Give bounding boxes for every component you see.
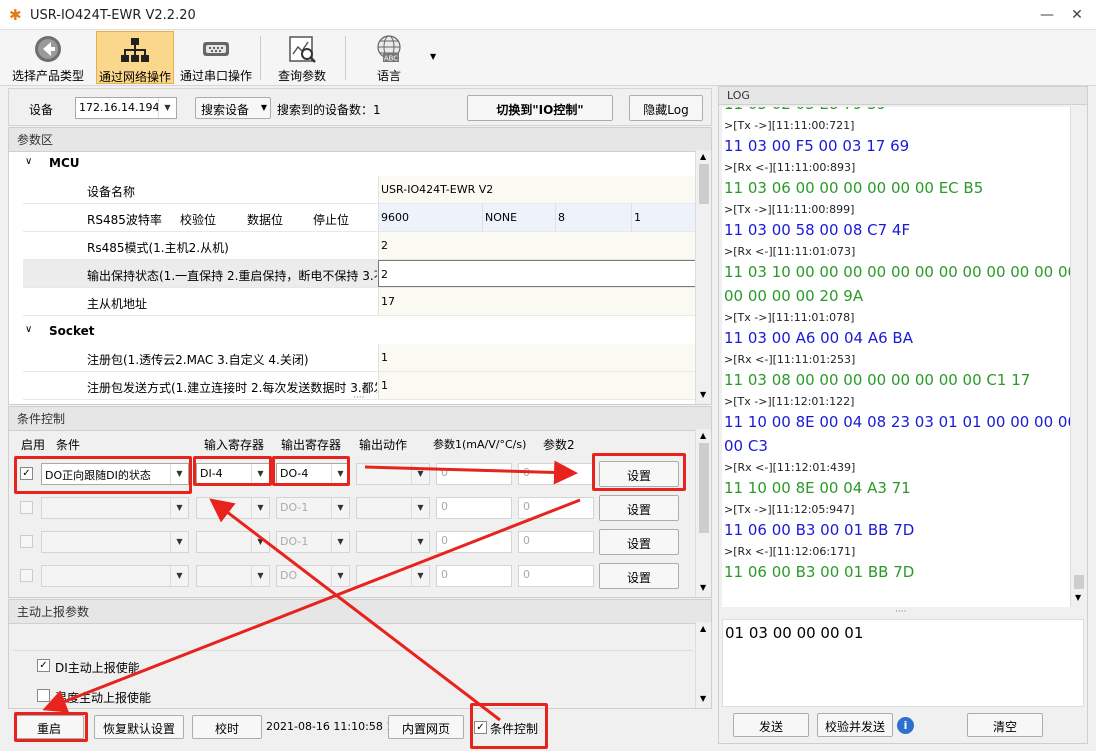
annotation-arrows: [42, 460, 581, 722]
arrow-lines: [42, 460, 581, 722]
